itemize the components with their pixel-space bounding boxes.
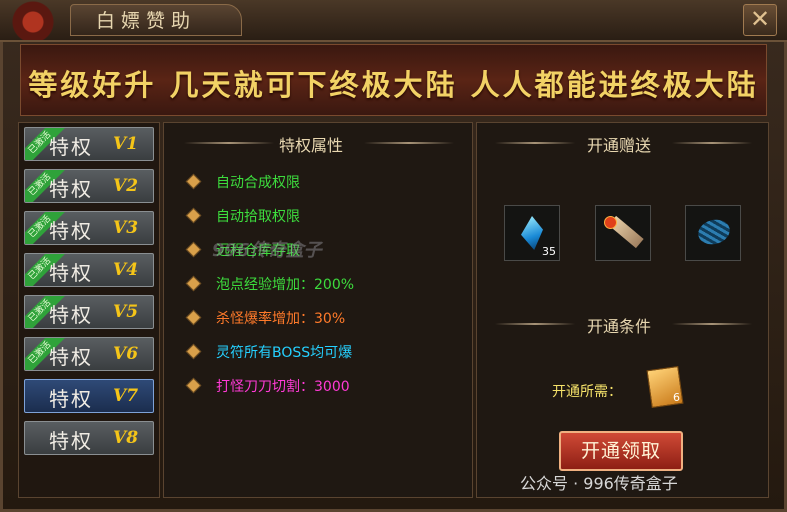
vip-tab-label: 特权 xyxy=(49,303,93,327)
blue-egg-icon xyxy=(695,216,733,248)
vip-tab-label: 特权 xyxy=(49,429,93,453)
close-button[interactable]: ✕ xyxy=(743,4,777,36)
vip-tab-label: 特权 xyxy=(49,345,93,369)
vip-level-badge: V7 xyxy=(113,386,139,406)
wechat-footer: 公众号 · 996传奇盒子 xyxy=(520,474,678,493)
watermark: 996传奇盒子 xyxy=(212,240,322,261)
divider xyxy=(364,142,454,144)
reward-slot[interactable]: 35 xyxy=(504,205,560,261)
attribute-text: 泡点经验增加：200% xyxy=(216,277,355,293)
dragon-emblem-icon xyxy=(6,0,60,40)
vip-tab-v8[interactable]: 特权 V8 xyxy=(24,421,154,455)
vip-tab-v3[interactable]: 已激活 特权 V3 xyxy=(24,211,154,245)
reward-slot[interactable] xyxy=(595,205,651,261)
vip-tab-v5[interactable]: 已激活 特权 V5 xyxy=(24,295,154,329)
promo-banner: 等级好升 几天就可下终极大陆 人人都能进终极大陆 xyxy=(20,44,767,116)
vip-level-badge: V3 xyxy=(113,218,139,238)
diamond-bullet-icon xyxy=(185,275,202,292)
vip-tab-v6[interactable]: 已激活 特权 V6 xyxy=(24,337,154,371)
diamond-bullet-icon xyxy=(185,241,202,258)
vip-tab-label: 特权 xyxy=(49,387,93,411)
requirement-label: 开通所需： xyxy=(552,384,622,400)
vip-tab-label: 特权 xyxy=(49,219,93,243)
vip-tab-v2[interactable]: 已激活 特权 V2 xyxy=(24,169,154,203)
conditions-heading: 开通条件 xyxy=(587,317,652,336)
vip-tab-v1[interactable]: 已激活 特权 V1 xyxy=(24,127,154,161)
vip-level-list: 已激活 特权 V1 已激活 特权 V2 已激活 特权 V3 已激活 特权 V4 … xyxy=(18,122,160,498)
activate-claim-button[interactable]: 开通领取 xyxy=(559,431,683,471)
window-title: 白嫖赞助 xyxy=(96,10,197,32)
vip-level-badge: V2 xyxy=(113,176,139,196)
divider xyxy=(184,142,274,144)
vip-tab-v7[interactable]: 特权 V7 xyxy=(24,379,154,413)
vip-level-badge: V4 xyxy=(113,260,139,280)
attribute-text: 自动合成权限 xyxy=(216,175,300,191)
diamond-bullet-icon xyxy=(185,343,202,360)
attribute-text: 自动拾取权限 xyxy=(216,209,300,225)
vip-tab-label: 特权 xyxy=(49,135,93,159)
divider xyxy=(495,323,575,325)
reward-slot[interactable] xyxy=(685,205,741,261)
attribute-text: 杀怪爆率增加：30% xyxy=(216,311,346,327)
vip-tab-v4[interactable]: 已激活 特权 V4 xyxy=(24,253,154,287)
item-quantity: 35 xyxy=(542,245,556,258)
diamond-bullet-icon xyxy=(185,173,202,190)
requirement-quantity: 6 xyxy=(673,391,680,404)
attribute-text: 打怪刀刀切割：3000 xyxy=(216,379,350,395)
vip-tab-label: 特权 xyxy=(49,261,93,285)
vip-level-badge: V8 xyxy=(113,428,139,448)
divider xyxy=(495,142,575,144)
banner-text: 等级好升 几天就可下终极大陆 人人都能进终极大陆 xyxy=(28,68,759,102)
attribute-text: 灵符所有BOSS均可爆 xyxy=(216,345,353,361)
diamond-bullet-icon xyxy=(185,377,202,394)
vip-tab-label: 特权 xyxy=(49,177,93,201)
rewards-panel: 开通赠送 35 开通条件 开通所需： 6 开通领取 xyxy=(476,122,769,498)
scroll-knob-icon xyxy=(604,216,617,229)
diamond-bullet-icon xyxy=(185,207,202,224)
vip-level-badge: V5 xyxy=(113,302,139,322)
vip-level-badge: V1 xyxy=(113,134,139,154)
attributes-heading: 特权属性 xyxy=(279,136,344,155)
attributes-panel: 特权属性 自动合成权限 自动拾取权限 远程仓库存取 泡点经验增加：200% 杀怪… xyxy=(163,122,473,498)
title-bar: 白嫖赞助 ✕ xyxy=(0,0,787,42)
vip-level-badge: V6 xyxy=(113,344,139,364)
blue-crystal-icon xyxy=(521,216,543,250)
divider xyxy=(672,323,752,325)
divider xyxy=(672,142,752,144)
diamond-bullet-icon xyxy=(185,309,202,326)
rewards-heading: 开通赠送 xyxy=(587,136,652,155)
